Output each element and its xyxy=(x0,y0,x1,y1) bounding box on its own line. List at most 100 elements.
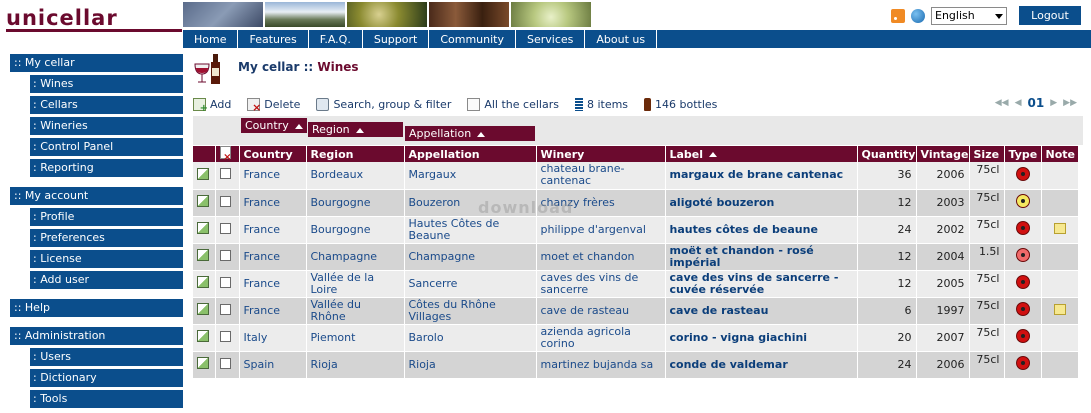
nav-item[interactable]: F.A.Q. xyxy=(309,30,363,48)
sidebar-item[interactable]: : Wines xyxy=(30,75,183,93)
delete-button[interactable]: Delete xyxy=(247,97,300,114)
cell-region[interactable]: Bourgogne xyxy=(306,189,405,217)
cell-winery[interactable]: chanzy frères xyxy=(536,189,666,217)
cell-winery[interactable]: caves des vins de sancerre xyxy=(536,270,666,298)
cell-appellation[interactable]: Hautes Côtes de Beaune xyxy=(404,216,537,244)
row-checkbox[interactable] xyxy=(219,276,231,288)
edit-icon[interactable] xyxy=(197,222,209,234)
nav-item[interactable]: Services xyxy=(516,30,586,48)
header-appellation[interactable]: Appellation xyxy=(404,146,537,162)
table-row[interactable]: France Bourgogne Bouzeron chanzy frères alig… xyxy=(193,189,1079,217)
row-checkbox[interactable] xyxy=(219,222,231,234)
header-label[interactable]: Label xyxy=(665,146,858,162)
language-select[interactable]: English xyxy=(931,6,1007,25)
row-checkbox[interactable] xyxy=(219,168,231,180)
group-tag-appellation[interactable]: Appellation xyxy=(405,126,535,141)
row-checkbox[interactable] xyxy=(219,330,231,342)
table-row[interactable]: Spain Rioja Rioja martinez bujanda sa conde … xyxy=(193,351,1079,379)
row-checkbox[interactable] xyxy=(219,303,231,315)
header-vintage[interactable]: Vintage xyxy=(916,146,970,162)
header-winery[interactable]: Winery xyxy=(536,146,666,162)
row-checkbox[interactable] xyxy=(219,249,231,261)
edit-icon[interactable] xyxy=(197,167,209,180)
cell-appellation[interactable]: Margaux xyxy=(404,162,537,190)
nav-item[interactable]: Features xyxy=(238,30,309,48)
cell-winery[interactable]: chateau brane-cantenac xyxy=(536,162,666,190)
cell-region[interactable]: Vallée de la Loire xyxy=(306,270,405,298)
cell-label[interactable]: conde de valdemar xyxy=(665,351,858,379)
cell-label[interactable]: margaux de brane cantenac xyxy=(665,162,858,190)
cell-winery[interactable]: martinez bujanda sa xyxy=(536,351,666,379)
cell-region[interactable]: Bordeaux xyxy=(306,162,405,190)
search-group-filter-button[interactable]: Search, group & filter xyxy=(316,97,451,111)
cell-country[interactable]: France xyxy=(239,216,307,244)
sidebar-item[interactable]: : License xyxy=(30,250,183,268)
nav-item[interactable]: Home xyxy=(183,30,239,48)
table-row[interactable]: France Champagne Champagne moet et chandon m… xyxy=(193,243,1079,271)
edit-icon[interactable] xyxy=(197,195,209,207)
cell-region[interactable]: Rioja xyxy=(306,351,405,379)
cell-label[interactable]: cave de rasteau xyxy=(665,297,858,325)
cell-country[interactable]: France xyxy=(239,270,307,298)
cell-appellation[interactable]: Sancerre xyxy=(404,270,537,298)
breadcrumb-parent[interactable]: My cellar xyxy=(238,60,299,74)
sidebar-item[interactable]: : Reporting xyxy=(30,159,183,177)
table-row[interactable]: France Vallée de la Loire Sancerre caves de… xyxy=(193,270,1079,298)
unicellar-logo[interactable]: unicellar xyxy=(6,6,182,32)
sidebar-item[interactable]: : Cellars xyxy=(30,96,183,114)
rss-icon[interactable] xyxy=(891,8,905,23)
cell-appellation[interactable]: Barolo xyxy=(404,324,537,352)
cell-country[interactable]: France xyxy=(239,189,307,217)
edit-icon[interactable] xyxy=(197,249,209,261)
sidebar-item[interactable]: : Tools xyxy=(30,390,183,408)
edit-icon[interactable] xyxy=(197,330,209,342)
cell-region[interactable]: Bourgogne xyxy=(306,216,405,244)
delete-selected-icon[interactable] xyxy=(219,146,232,163)
cell-label[interactable]: moët et chandon - rosé impérial xyxy=(665,243,858,271)
all-cellars-button[interactable]: All the cellars xyxy=(467,97,559,111)
sidebar-item[interactable]: : Preferences xyxy=(30,229,183,247)
sidebar-item[interactable]: : Dictionary xyxy=(30,369,183,387)
first-page-icon[interactable]: ◀◀ xyxy=(995,98,1009,108)
table-row[interactable]: France Bourgogne Hautes Côtes de Beaune phi… xyxy=(193,216,1079,244)
sidebar-item[interactable]: : Profile xyxy=(30,208,183,226)
cell-country[interactable]: France xyxy=(239,297,307,325)
sidebar-section-header[interactable]: :: Administration xyxy=(10,327,183,345)
cell-label[interactable]: hautes côtes de beaune xyxy=(665,216,858,244)
edit-icon[interactable] xyxy=(197,357,209,369)
header-note[interactable]: Note xyxy=(1041,146,1079,162)
cell-winery[interactable]: azienda agricola corino xyxy=(536,324,666,352)
cell-country[interactable]: Spain xyxy=(239,351,307,379)
row-checkbox[interactable] xyxy=(219,357,231,369)
group-tag-country[interactable]: Country xyxy=(241,118,307,133)
next-page-icon[interactable]: ▶ xyxy=(1050,98,1057,108)
header-select-col[interactable] xyxy=(215,146,240,163)
cell-appellation[interactable]: Champagne xyxy=(404,243,537,271)
cell-region[interactable]: Champagne xyxy=(306,243,405,271)
logout-button[interactable]: Logout xyxy=(1019,6,1081,25)
nav-item[interactable]: Support xyxy=(363,30,430,48)
header-type[interactable]: Type xyxy=(1004,146,1042,162)
nav-item[interactable]: Community xyxy=(429,30,516,48)
cell-country[interactable]: France xyxy=(239,243,307,271)
cell-country[interactable]: France xyxy=(239,162,307,190)
sidebar-section-header[interactable]: :: Help xyxy=(10,299,183,317)
note-icon[interactable] xyxy=(1053,303,1066,315)
nav-item[interactable]: About us xyxy=(585,30,658,48)
header-country[interactable]: Country xyxy=(239,146,307,162)
cell-winery[interactable]: cave de rasteau xyxy=(536,297,666,325)
cell-label[interactable]: aligoté bouzeron xyxy=(665,189,858,217)
sidebar-item[interactable]: : Users xyxy=(30,348,183,366)
cell-winery[interactable]: moet et chandon xyxy=(536,243,666,271)
edit-icon[interactable] xyxy=(197,303,209,315)
table-row[interactable]: France Bordeaux Margaux chateau brane-cante… xyxy=(193,162,1079,190)
cell-appellation[interactable]: Rioja xyxy=(404,351,537,379)
header-size[interactable]: Size xyxy=(969,146,1005,162)
table-row[interactable]: Italy Piemont Barolo azienda agricola corin… xyxy=(193,324,1079,352)
table-row[interactable]: France Vallée du Rhône Côtes du Rhône Vill… xyxy=(193,297,1079,325)
cell-region[interactable]: Vallée du Rhône xyxy=(306,297,405,325)
cell-label[interactable]: corino - vigna giachini xyxy=(665,324,858,352)
sidebar-item[interactable]: : Add user xyxy=(30,271,183,289)
group-tag-region[interactable]: Region xyxy=(308,122,403,137)
header-quantity[interactable]: Quantity xyxy=(857,146,917,162)
